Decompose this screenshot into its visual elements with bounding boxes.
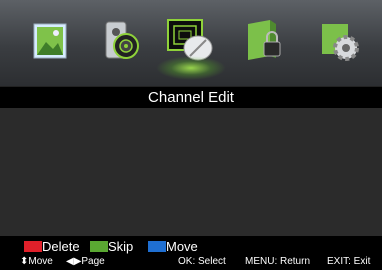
help-page: ◀▶Page xyxy=(66,256,105,267)
menu-item-picture[interactable] xyxy=(26,16,76,66)
help-ok: OK: Select xyxy=(178,256,226,267)
help-bar: ⬍Move ◀▶Page OK: Select MENU: Return EXI… xyxy=(0,254,382,270)
channel-icon xyxy=(167,19,213,61)
help-menu: MENU: Return xyxy=(245,256,311,267)
move-label: Move xyxy=(166,239,198,254)
main-menu-bar xyxy=(0,0,382,86)
menu-item-channel[interactable] xyxy=(156,16,226,80)
setup-gear-icon xyxy=(322,24,359,61)
title-bar: Channel Edit xyxy=(0,86,382,109)
channel-list[interactable] xyxy=(0,108,382,236)
red-key-swatch xyxy=(24,241,42,252)
picture-icon xyxy=(33,23,67,59)
left-right-arrow-icon: ◀▶ xyxy=(66,256,82,267)
skip-label: Skip xyxy=(108,239,134,254)
help-move: ⬍Move xyxy=(20,256,53,267)
delete-label: Delete xyxy=(42,239,80,254)
move-key[interactable]: Move xyxy=(148,238,198,254)
green-key-swatch xyxy=(90,241,108,252)
help-exit: EXIT: Exit xyxy=(327,256,371,267)
menu-item-setup[interactable] xyxy=(316,16,366,66)
channel-edit-screen: Channel Edit Delete Skip Move ⬍Move ◀▶Pa… xyxy=(0,0,382,270)
help-page-label: Page xyxy=(81,256,105,267)
skip-key[interactable]: Skip xyxy=(90,238,134,254)
page-title: Channel Edit xyxy=(148,89,234,106)
lock-icon xyxy=(248,20,281,60)
menu-item-sound[interactable] xyxy=(96,16,146,66)
sound-icon xyxy=(105,21,139,59)
delete-key[interactable]: Delete xyxy=(24,238,80,254)
help-move-label: Move xyxy=(28,256,53,267)
blue-key-swatch xyxy=(148,241,166,252)
color-key-legend: Delete Skip Move xyxy=(0,236,382,254)
menu-item-lock[interactable] xyxy=(240,16,290,66)
